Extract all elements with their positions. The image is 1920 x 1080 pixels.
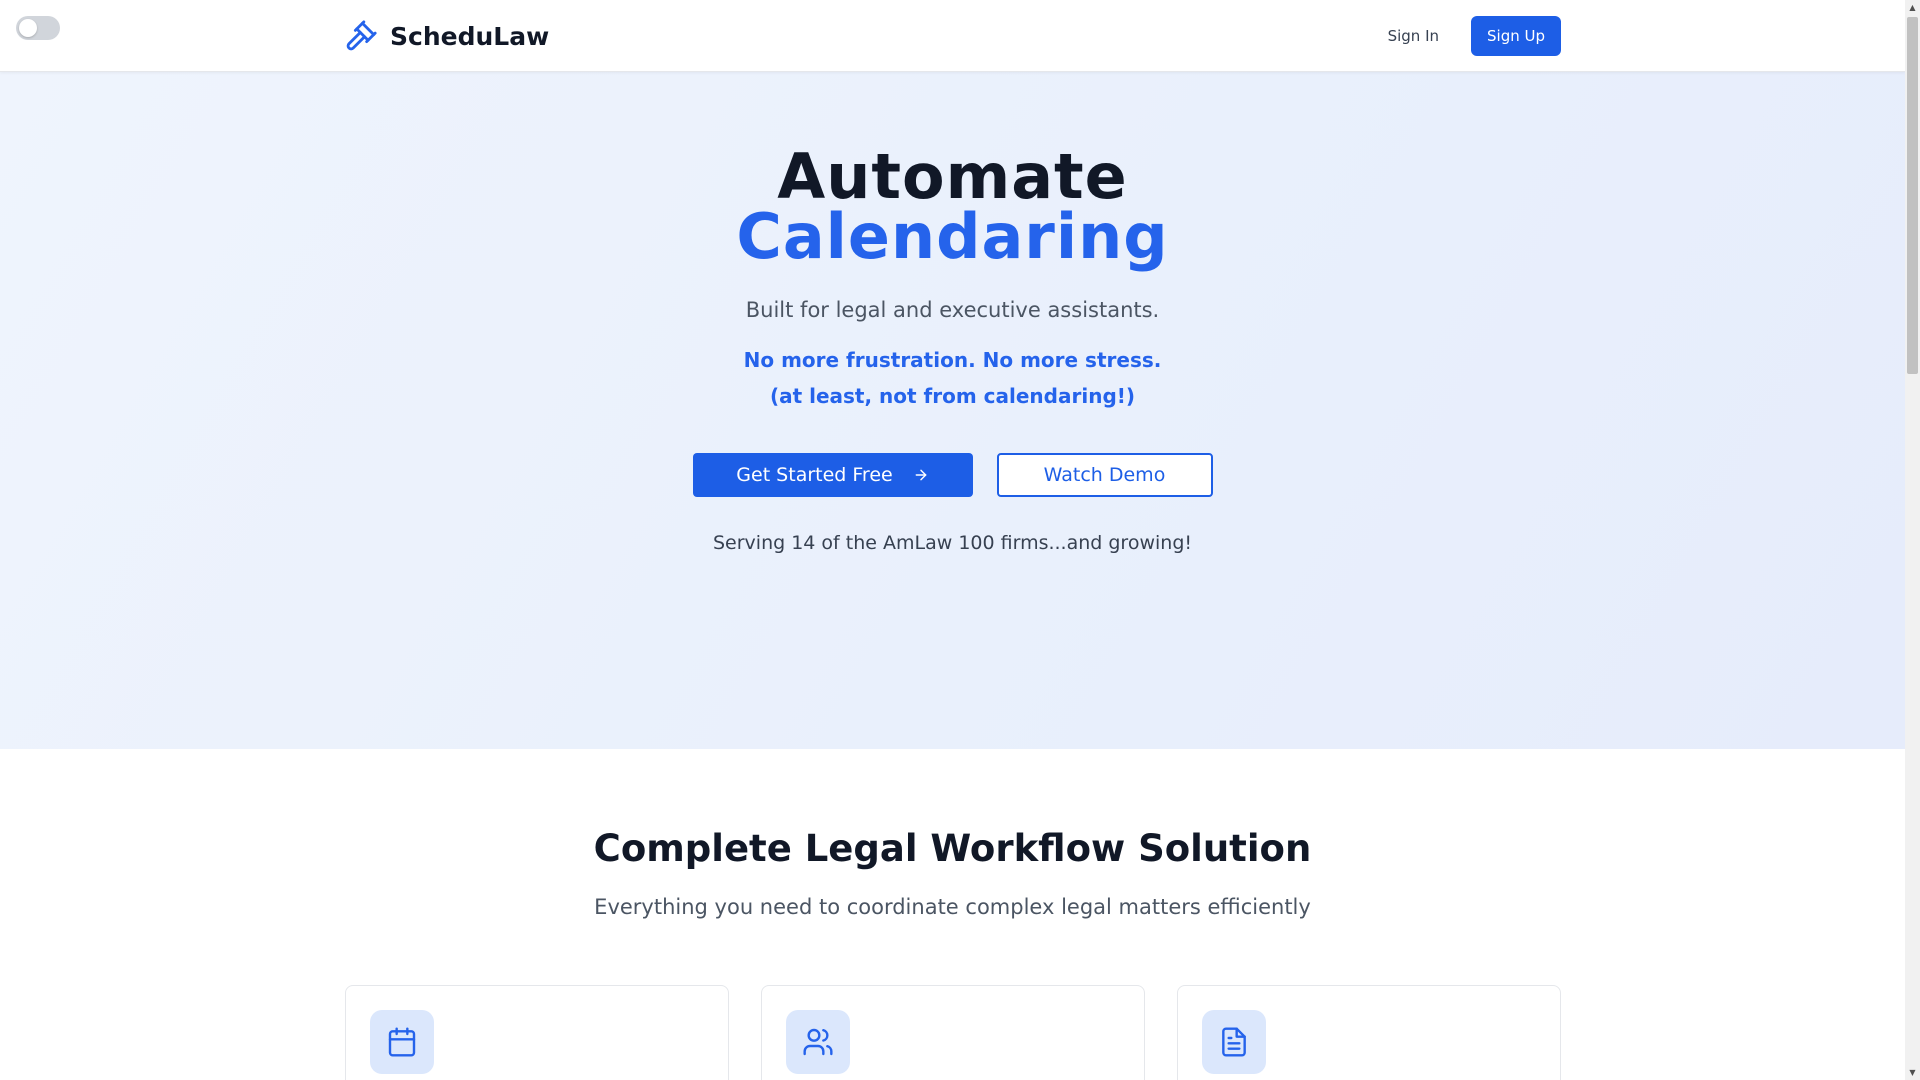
- feature-card-team: [761, 985, 1145, 1080]
- hero-tagline: No more frustration. No more stress. (at…: [0, 342, 1905, 414]
- hero-tagline-line2: (at least, not from calendaring!): [769, 384, 1136, 408]
- scrollbar-thumb[interactable]: [1907, 17, 1918, 374]
- users-icon: [803, 1028, 833, 1056]
- theme-toggle[interactable]: [16, 16, 60, 40]
- feature-icon-box: [1202, 1010, 1266, 1074]
- calendar-icon: [388, 1027, 416, 1057]
- feature-card-documents: [1177, 985, 1561, 1080]
- feature-card-calendar: [345, 985, 729, 1080]
- hero-subtitle: Built for legal and executive assistants…: [745, 298, 1160, 322]
- sign-in-link[interactable]: Sign In: [1388, 27, 1439, 45]
- top-nav: ScheduLaw Sign In Sign Up: [0, 0, 1905, 72]
- brand-logo[interactable]: ScheduLaw: [344, 18, 549, 54]
- page-scrollbar[interactable]: ▲ ▼: [1905, 0, 1920, 1080]
- hero-title-line2: Calendaring: [736, 200, 1169, 273]
- hero-title: Automate Calendaring: [0, 140, 1905, 273]
- hero-cta-row: Get Started Free Watch Demo: [0, 453, 1905, 497]
- feature-icon-box: [370, 1010, 434, 1074]
- get-started-label: Get Started Free: [736, 464, 893, 486]
- brand-name: ScheduLaw: [390, 21, 550, 51]
- scroll-down-icon[interactable]: ▼: [1905, 1065, 1920, 1080]
- get-started-button[interactable]: Get Started Free: [692, 453, 973, 497]
- gavel-icon: [346, 20, 377, 51]
- features-title: Complete Legal Workflow Solution: [593, 827, 1312, 870]
- feature-cards: [345, 985, 1561, 1080]
- hero-section: Automate Calendaring Built for legal and…: [0, 72, 1905, 749]
- hero-social-proof: Serving 14 of the AmLaw 100 firms...and …: [712, 532, 1192, 554]
- toggle-knob: [19, 19, 37, 37]
- auth-links: Sign In Sign Up: [1388, 16, 1561, 56]
- feature-icon-box: [786, 1010, 850, 1074]
- arrow-right-icon: [915, 469, 927, 481]
- hero-tagline-line1: No more frustration. No more stress.: [743, 348, 1162, 372]
- page: ScheduLaw Sign In Sign Up Automate Calen…: [0, 0, 1905, 1080]
- document-icon: [1222, 1027, 1246, 1057]
- watch-demo-button[interactable]: Watch Demo: [996, 453, 1213, 497]
- sign-up-button[interactable]: Sign Up: [1471, 16, 1561, 56]
- hero-title-line1: Automate: [777, 140, 1128, 213]
- scroll-up-icon[interactable]: ▲: [1905, 0, 1920, 15]
- features-section: Complete Legal Workflow Solution Everyth…: [0, 749, 1905, 1080]
- features-subtitle: Everything you need to coordinate comple…: [594, 895, 1311, 919]
